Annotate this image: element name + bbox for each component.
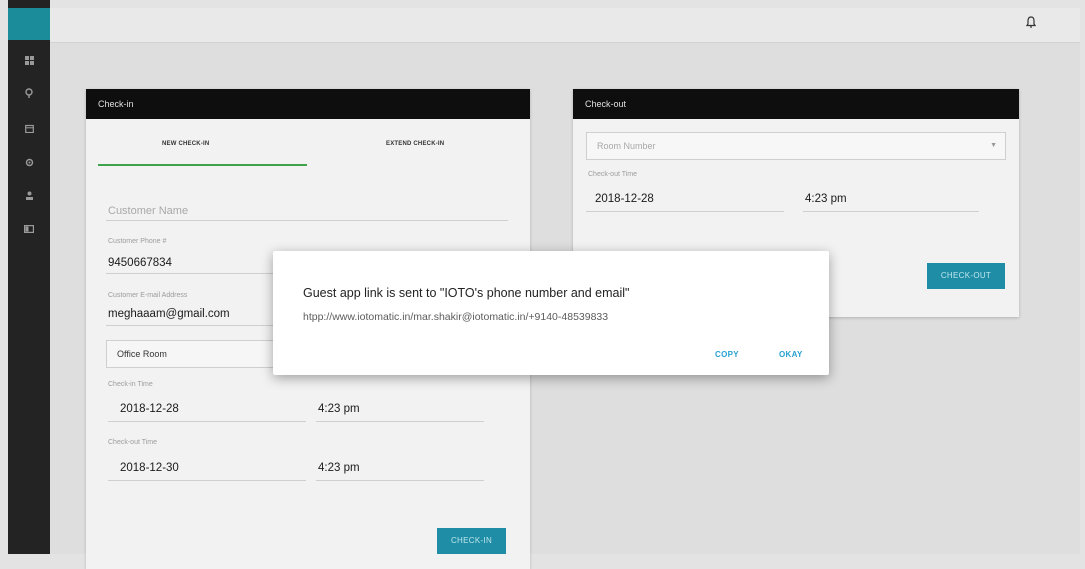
checkin-button[interactable]: CHECK-IN	[437, 528, 506, 554]
sidebar	[8, 0, 50, 554]
checkout-date-underline	[586, 211, 784, 212]
room-number-select[interactable]: Room Number ▼	[586, 132, 1006, 160]
checkin-time-label: Check-in Time	[108, 381, 153, 388]
customer-name-underline	[106, 220, 508, 221]
email-input[interactable]: meghaaam@gmail.com	[108, 308, 230, 320]
copy-button[interactable]: COPY	[715, 350, 739, 359]
phone-underline	[106, 273, 276, 274]
phone-label: Customer Phone #	[108, 238, 167, 245]
user-icon[interactable]	[21, 188, 37, 202]
tab-extend-checkin[interactable]: EXTEND CHECK-IN	[386, 141, 444, 147]
guest-link-dialog: Guest app link is sent to "IOTO's phone …	[273, 251, 829, 375]
customer-name-input[interactable]: Customer Name	[108, 205, 188, 217]
checkout-time-input[interactable]: 4:23 pm	[805, 193, 847, 205]
checkout-time-underline	[316, 480, 484, 481]
checkout-time-underline	[803, 211, 979, 212]
bell-icon[interactable]	[1025, 16, 1037, 32]
checkout-date-input[interactable]: 2018-12-30	[120, 462, 179, 474]
location-icon[interactable]	[21, 86, 37, 100]
dialog-link-text: htpp://www.iotomatic.in/mar.shakir@iotom…	[303, 311, 609, 323]
active-tab-indicator	[98, 164, 307, 166]
checkout-button[interactable]: CHECK-OUT	[927, 263, 1005, 289]
email-underline	[106, 325, 276, 326]
phone-input[interactable]: 9450667834	[108, 257, 172, 269]
dialog-title: Guest app link is sent to "IOTO's phone …	[303, 286, 630, 300]
checkout-date-input[interactable]: 2018-12-28	[595, 193, 654, 205]
checkin-date-input[interactable]: 2018-12-28	[120, 403, 179, 415]
settings-icon[interactable]	[21, 155, 37, 169]
checkin-date-underline	[108, 421, 306, 422]
calendar-icon[interactable]	[21, 121, 37, 135]
checkout-time-input[interactable]: 4:23 pm	[318, 462, 360, 474]
email-label: Customer E-mail Address	[108, 292, 188, 299]
tab-new-checkin[interactable]: NEW CHECK-IN	[162, 141, 209, 147]
checkin-card-title: Check-in	[86, 89, 530, 119]
checkin-time-underline	[316, 421, 484, 422]
checkout-card-title: Check-out	[573, 89, 1019, 119]
checkout-time-label: Check-out Time	[108, 439, 158, 446]
room-number-placeholder: Room Number	[597, 141, 656, 151]
chevron-down-icon: ▼	[990, 142, 997, 149]
dashboard-icon[interactable]	[21, 53, 37, 67]
checkout-time-label: Check-out Time	[588, 171, 638, 178]
app-logo[interactable]	[8, 8, 50, 40]
top-header	[50, 8, 1080, 43]
okay-button[interactable]: OKAY	[779, 350, 803, 359]
card-icon[interactable]	[21, 222, 37, 236]
room-select-value: Office Room	[117, 349, 167, 359]
checkin-time-input[interactable]: 4:23 pm	[318, 403, 360, 415]
room-select[interactable]: Office Room	[106, 340, 278, 368]
checkout-date-underline	[108, 480, 306, 481]
